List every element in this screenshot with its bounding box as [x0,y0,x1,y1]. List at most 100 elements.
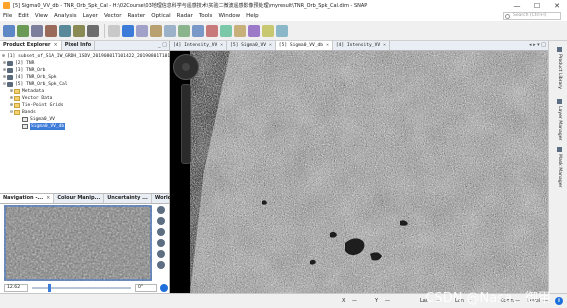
tree-node-metadata[interactable]: ⊕ Metadata [0,88,169,95]
navigation-thumbnail[interactable] [4,205,152,281]
menu-window[interactable]: Window [215,13,243,19]
watermark: CSDN @Nasa、御甲 [425,291,551,306]
zoom-all-icon[interactable] [157,239,165,247]
menu-edit[interactable]: Edit [15,13,32,19]
menu-vector[interactable]: Vector [101,13,125,19]
menu-file[interactable]: File [0,13,15,19]
zoom-tool-icon[interactable] [136,24,148,37]
menu-radar[interactable]: Radar [174,13,196,19]
navigation-tabs: Navigation -... × Colour Manip... Uncert… [0,194,191,204]
select-tool-icon[interactable] [108,24,120,37]
line-draw-icon[interactable] [178,24,190,37]
tree-node-bands[interactable]: ⊖ Bands [0,109,169,116]
image-tab-controls[interactable]: ◂ ▸ ▾ □ [529,42,546,48]
batch-processing-icon[interactable] [59,24,71,37]
tree-node-vector-data[interactable]: ⊕ Vector Data [0,95,169,102]
menu-analysis[interactable]: Analysis [51,13,80,19]
mask-manager-tab[interactable]: Mask Manager [552,147,562,187]
search-icon [505,14,510,19]
zoom-slider[interactable] [32,283,131,292]
tab-navigation[interactable]: Navigation -... × [0,194,55,203]
zoom-actual-icon[interactable] [157,228,165,236]
folder-icon [14,96,20,101]
tab-uncertainty[interactable]: Uncertainty ... [104,194,152,203]
tree-node-product-3[interactable]: ⊕ [3] TNR_Orb [0,67,169,74]
rectangle-draw-icon[interactable] [206,24,218,37]
product-library-tab[interactable]: Product Library [552,47,562,89]
zoom-out-icon[interactable] [157,217,165,225]
tab-colour-manipulation[interactable]: Colour Manip... [54,194,105,203]
tree-node-label: Sigma0_VV [30,117,55,122]
minimize-button[interactable]: — [507,2,527,10]
right-side-panels: Product Library Layer Manager Mask Manag… [548,41,567,293]
open-product-icon[interactable] [3,24,15,37]
settings-icon[interactable] [73,24,85,37]
close-icon[interactable]: × [220,41,223,50]
tree-node-label: Vector Data [22,96,53,101]
sar-image-view[interactable] [170,51,548,293]
spectrum-icon[interactable] [87,24,99,37]
tab-product-explorer[interactable]: Product Explorer × [0,41,62,50]
ellipse-draw-icon[interactable] [234,24,246,37]
status-y-value: — [385,298,390,304]
tab-image-view[interactable]: [4] Intensity_VV × [170,41,228,50]
panel-window-controls[interactable]: _ □ [158,42,167,48]
layer-editor-icon[interactable] [262,24,274,37]
polygon-draw-icon[interactable] [220,24,232,37]
zoom-control-slider[interactable] [181,84,191,164]
sync-views-icon[interactable] [157,250,165,258]
tree-node-tie-point-grids[interactable]: ⊕ Tie-Point Grids [0,102,169,109]
close-icon[interactable]: × [269,41,272,50]
zoom-slider-thumb[interactable] [48,283,51,292]
product-tree: ⊕ [1] subset_of_S1A_IW_GRDH_1SDV_2019080… [0,51,261,130]
rotation-field[interactable]: 0° [135,283,157,292]
tab-pixel-info[interactable]: Pixel Info [62,41,96,50]
close-icon[interactable]: × [326,41,329,50]
save-product-icon[interactable] [17,24,29,37]
navigation-side-buttons [154,205,168,281]
snap-app-icon [3,2,10,9]
pan-navigation-control[interactable] [173,54,199,80]
pan-center-icon[interactable] [182,63,190,71]
layer-manager-tab[interactable]: Layer Manager [552,99,562,140]
polyline-draw-icon[interactable] [192,24,204,37]
menu-raster[interactable]: Raster [124,13,148,19]
tab-image-view[interactable]: [4] Intensity_VV × [333,41,390,50]
tab-image-view[interactable]: [5] Sigma0_VV × [227,41,276,50]
tab-image-view-active[interactable]: [5] Sigma0_VV_db × [275,41,333,50]
close-icon[interactable]: × [54,41,58,50]
tree-node-product-1[interactable]: ⊕ [1] subset_of_S1A_IW_GRDH_1SDV_2019080… [0,53,261,60]
tree-node-band-sigma0-vv[interactable]: Sigma0_VV [0,116,169,123]
pin-tool-icon[interactable] [150,24,162,37]
band-maths-icon[interactable] [31,24,43,37]
tree-node-product-5[interactable]: ⊖ [5] TNR_Orb_Spk_Cal [0,81,169,88]
menu-tools[interactable]: Tools [196,13,216,19]
tree-node-product-2[interactable]: ⊕ [2] TNR [0,60,169,67]
close-icon[interactable]: × [383,41,386,50]
zoom-factor-field[interactable]: 12.62 [4,283,28,292]
range-finder-icon[interactable] [164,24,176,37]
help-icon[interactable] [160,283,168,292]
close-button[interactable]: ✕ [547,2,567,10]
menu-layer[interactable]: Layer [80,13,101,19]
tree-node-band-sigma0-vv-db[interactable]: Sigma0_VV_db [0,123,169,130]
tree-node-product-4[interactable]: ⊕ [4] TNR_Orb_Spk [0,74,169,81]
graph-builder-icon[interactable] [45,24,57,37]
menu-help[interactable]: Help [243,13,262,19]
magic-wand-icon[interactable] [248,24,260,37]
tree-node-label: [3] TNR_Orb [15,68,46,73]
maximize-button[interactable]: ☐ [527,2,547,10]
zoom-in-icon[interactable] [157,206,165,214]
expand-icon[interactable]: ⊕ [2,53,5,60]
menu-optical[interactable]: Optical [148,13,173,19]
close-icon[interactable]: × [46,194,50,203]
notifications-icon[interactable]: i [555,297,563,305]
pan-tool-icon[interactable] [122,24,134,37]
search-input[interactable]: Search (Ctrl+I) [503,12,561,20]
tile-windows-icon[interactable] [276,24,288,37]
sync-cursor-icon[interactable] [157,261,165,269]
tree-node-label: Sigma0_VV_db [30,123,66,130]
menu-view[interactable]: View [32,13,51,19]
folder-icon [14,89,20,94]
status-x-value: — [352,298,357,304]
